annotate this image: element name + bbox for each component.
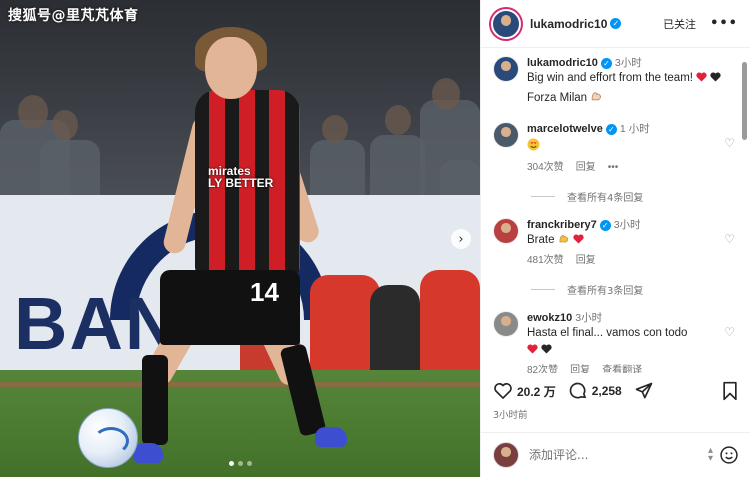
like-comment-heart-icon[interactable]: ♡ xyxy=(724,232,735,246)
comment-username[interactable]: franckribery7 xyxy=(527,219,597,231)
post-header: lukamodric10 ✓ 已关注 ••• xyxy=(481,0,750,48)
like-comment-heart-icon[interactable]: ♡ xyxy=(724,325,735,339)
comment-text: Hasta el final... vamos con todo xyxy=(527,327,688,339)
more-options-icon[interactable]: ••• xyxy=(710,16,738,31)
caption-time: 3小时 xyxy=(614,57,642,69)
reply-button[interactable]: 回复 xyxy=(570,363,590,373)
comment-likes[interactable]: 82次赞 xyxy=(527,363,558,373)
verified-icon: ✓ xyxy=(600,58,612,69)
post-panel: lukamodric10 ✓ 已关注 ••• lukamodric10 ✓ 3小时 … xyxy=(480,0,750,477)
comments-count[interactable]: 2,258 xyxy=(592,384,622,398)
verified-icon: ✓ xyxy=(605,124,617,135)
caption-line1: Big win and effort from the team! xyxy=(527,72,693,84)
flexed-arm-icon xyxy=(591,92,602,101)
caption-line2: Forza Milan xyxy=(527,92,588,104)
comment-item: marcelotwelve ✓ 1 小时 304次赞 回复 ••• ♡ xyxy=(493,122,737,175)
comment-input[interactable] xyxy=(529,448,708,462)
comment-time: 3小时 xyxy=(613,219,641,231)
header-username[interactable]: lukamodric10 xyxy=(530,17,607,31)
face xyxy=(205,37,257,99)
comment-item: franckribery7 ✓ 3小时 Brate 481次赞 回复 ♡ xyxy=(493,218,737,268)
post-photo[interactable]: BAN mirates LY BETTER 14 搜狐号@里芃芃体育 › xyxy=(0,0,480,477)
red-heart-icon xyxy=(573,234,584,244)
heart-icon[interactable] xyxy=(493,381,513,401)
flexed-arm-icon xyxy=(559,235,568,243)
comment-text: Brate xyxy=(527,234,555,246)
heart-eyes-emoji-icon xyxy=(527,138,540,151)
carousel-dot xyxy=(238,461,243,466)
avatar[interactable] xyxy=(493,311,519,337)
share-icon[interactable] xyxy=(634,381,654,401)
left-boot xyxy=(133,443,163,463)
posted-time: 3小时前 xyxy=(493,410,528,421)
right-boot xyxy=(315,427,347,447)
jersey-sponsor: mirates LY BETTER xyxy=(208,164,274,190)
comment-item: ewokz10 3小时 Hasta el final... vamos con t… xyxy=(493,311,737,373)
reply-button[interactable]: 回复 xyxy=(576,160,596,175)
carousel-dot xyxy=(247,461,252,466)
football xyxy=(78,408,138,468)
comment-time: 3小时 xyxy=(575,312,603,324)
avatar[interactable] xyxy=(493,56,519,82)
shorts xyxy=(160,270,300,345)
likes-count[interactable]: 20.2 万 xyxy=(517,383,556,400)
chevron-right-icon[interactable]: › xyxy=(451,229,471,249)
red-heart-icon xyxy=(527,344,538,354)
comment-username[interactable]: marcelotwelve xyxy=(527,123,603,135)
follow-status-button[interactable]: 已关注 xyxy=(663,16,696,32)
comment-likes[interactable]: 481次赞 xyxy=(527,253,564,268)
verified-icon: ✓ xyxy=(599,220,611,231)
comments-list[interactable]: lukamodric10 ✓ 3小时 Big win and effort from… xyxy=(481,48,750,373)
reply-button[interactable]: 回复 xyxy=(576,253,596,268)
expand-icon[interactable]: ▴ ▾ xyxy=(708,446,713,464)
black-heart-icon xyxy=(541,344,552,354)
verified-icon: ✓ xyxy=(610,18,622,29)
scrollbar-thumb[interactable] xyxy=(742,62,747,140)
view-replies-button[interactable]: 查看所有3条回复 xyxy=(531,282,737,297)
jersey-number: 14 xyxy=(250,277,279,307)
comment-composer: ▴▾ xyxy=(481,432,750,477)
carousel-dot xyxy=(229,461,234,466)
caption-username[interactable]: lukamodric10 xyxy=(527,57,598,69)
like-comment-heart-icon[interactable]: ♡ xyxy=(724,136,735,150)
emoji-picker-icon[interactable] xyxy=(719,445,739,465)
bookmark-icon[interactable] xyxy=(721,381,739,401)
watermark: 搜狐号@里芃芃体育 xyxy=(8,8,139,24)
comment-icon[interactable] xyxy=(568,381,588,401)
black-heart-icon xyxy=(710,72,722,82)
avatar[interactable] xyxy=(493,218,519,244)
carousel-dots xyxy=(229,461,252,466)
avatar[interactable] xyxy=(493,122,519,148)
red-heart-icon xyxy=(696,72,707,82)
caption: lukamodric10 ✓ 3小时 Big win and effort from… xyxy=(493,56,737,106)
post-actions: 20.2 万 2,258 3小时前 xyxy=(481,375,750,421)
comment-time: 1 小时 xyxy=(619,123,650,135)
avatar xyxy=(493,442,519,468)
translate-button[interactable]: 查看翻译 xyxy=(602,363,642,373)
comment-more-icon[interactable]: ••• xyxy=(608,160,619,175)
comment-username[interactable]: ewokz10 xyxy=(527,312,572,324)
avatar[interactable] xyxy=(491,8,521,39)
view-replies-button[interactable]: 查看所有4条回复 xyxy=(531,189,737,204)
player: mirates LY BETTER 14 xyxy=(130,15,360,475)
comment-likes[interactable]: 304次赞 xyxy=(527,160,564,175)
